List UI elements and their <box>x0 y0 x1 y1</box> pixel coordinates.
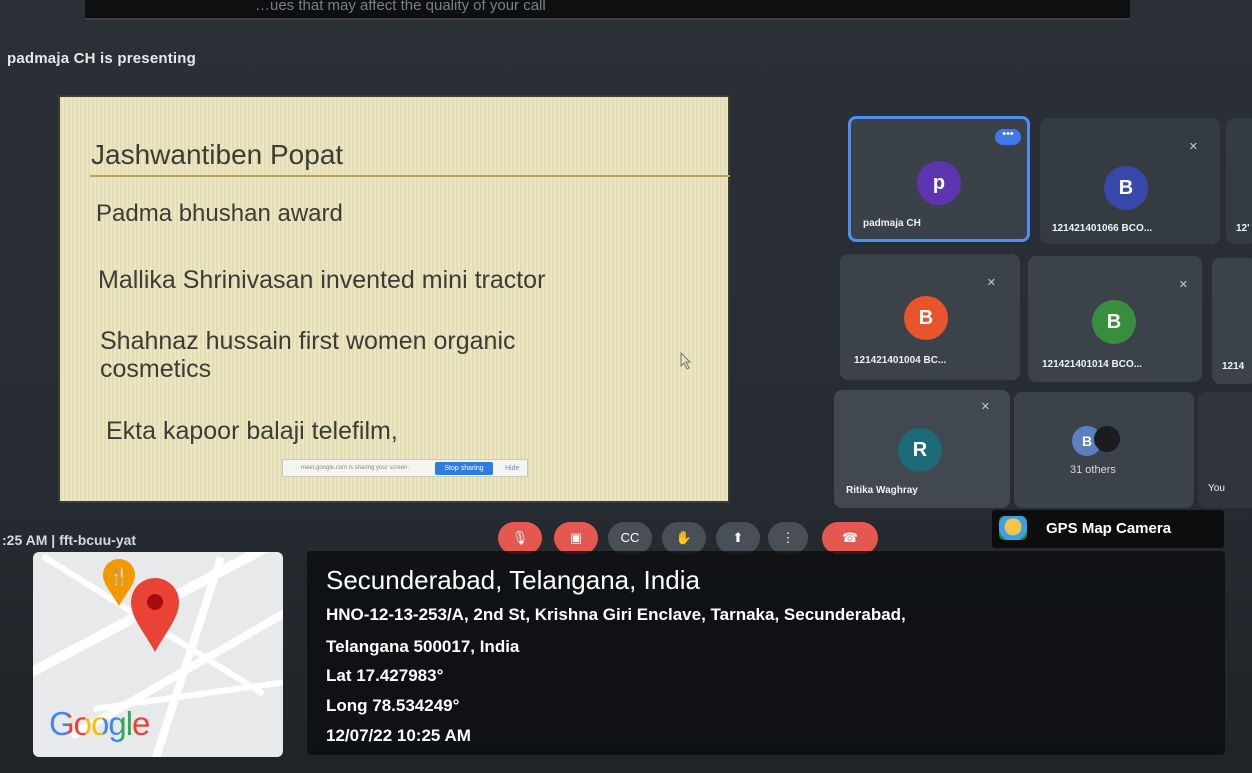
present-button[interactable]: ⬆ <box>716 522 760 554</box>
location-title: Secunderabad, Telangana, India <box>326 565 700 595</box>
slide-line: Padma bhushan award <box>96 200 343 227</box>
location-map: 🍴 Google <box>33 552 283 757</box>
participant-name: Ritika Waghray <box>846 485 918 496</box>
participant-name: 121421401014 BCO... <box>1042 359 1143 370</box>
slide-title: Jashwantiben Popat <box>91 139 344 170</box>
longitude: Long 78.534249° <box>326 696 460 715</box>
participant-tile[interactable]: ✕ R Ritika Waghray <box>834 390 1010 508</box>
gps-camera-icon <box>999 516 1027 540</box>
avatar: B <box>904 296 948 340</box>
address-line: HNO-12-13-253/A, 2nd St, Krishna Giri En… <box>326 605 906 624</box>
cursor-icon <box>680 352 692 370</box>
mic-off-icon: ✕ <box>986 277 996 289</box>
participant-name: 12' <box>1236 223 1250 234</box>
slide-line: Shahnaz hussain first women organic cosm… <box>100 327 516 383</box>
participant-name: 1214 <box>1222 361 1245 372</box>
google-logo: Google <box>49 705 150 742</box>
others-tile[interactable]: B 31 others <box>1014 392 1194 508</box>
gps-camera-badge: GPS Map Camera <box>992 510 1224 548</box>
avatar: R <box>898 428 942 472</box>
mic-off-button[interactable]: 🎙 <box>498 522 542 554</box>
video-call-screen: …ues that may affect the quality of your… <box>0 0 1252 773</box>
slide-title-rule <box>90 175 730 177</box>
mic-off-icon: ✕ <box>980 401 990 413</box>
participant-name: 121421401004 BC... <box>854 355 947 366</box>
svg-text:🍴: 🍴 <box>109 567 129 586</box>
participant-name: padmaja CH <box>863 218 921 229</box>
more-options-icon[interactable]: ••• <box>995 129 1021 145</box>
end-call-button[interactable]: ☎ <box>822 522 878 554</box>
others-count: 31 others <box>1070 464 1116 476</box>
slide-line: Ekta kapoor balaji telefilm, <box>106 417 398 445</box>
shared-slide: Jashwantiben Popat Padma bhushan award M… <box>58 95 730 503</box>
meeting-code: :25 AM | fft-bcuu-yat <box>2 532 137 548</box>
call-quality-notice: …ues that may affect the quality of your… <box>85 0 1130 20</box>
more-options-button[interactable]: ⋮ <box>768 522 808 554</box>
raise-hand-button[interactable]: ✋ <box>662 522 706 554</box>
participant-name: 121421401066 BCO... <box>1052 223 1153 234</box>
participant-tile[interactable]: ✕ B 121421401014 BCO... <box>1028 256 1202 382</box>
share-bar-text: meet.google.com is sharing your screen. <box>301 465 410 471</box>
latitude: Lat 17.427983° <box>326 666 444 685</box>
avatar: B <box>1092 300 1136 344</box>
location-pin-icon <box>131 578 179 652</box>
avatar: p <box>917 161 961 205</box>
self-tile[interactable]: You <box>1198 392 1252 508</box>
avatar <box>1094 426 1120 452</box>
hide-button[interactable]: Hide <box>505 461 519 477</box>
slide-line: Mallika Shrinivasan invented mini tracto… <box>98 266 546 294</box>
gps-camera-label: GPS Map Camera <box>1046 520 1172 537</box>
address-line: Telangana 500017, India <box>326 637 520 656</box>
participant-tile[interactable]: ✕ B 121421401066 BCO... <box>1040 118 1220 244</box>
self-label: You <box>1208 483 1225 494</box>
presenting-label: padmaja CH is presenting <box>7 50 197 67</box>
participant-tile[interactable]: ✕ B 121421401004 BC... <box>840 254 1020 380</box>
participant-tile[interactable]: 1214 <box>1212 258 1252 384</box>
participant-tile[interactable]: 12' <box>1226 118 1252 244</box>
mic-off-icon: ✕ <box>1188 141 1198 153</box>
screen-share-bar: meet.google.com is sharing your screen. … <box>282 459 528 477</box>
avatar: B <box>1104 166 1148 210</box>
participant-tile[interactable]: ••• p padmaja CH <box>848 116 1030 242</box>
timestamp: 12/07/22 10:25 AM <box>326 726 471 745</box>
mic-off-icon: ✕ <box>1178 279 1188 291</box>
captions-button[interactable]: CC <box>608 522 652 554</box>
stop-sharing-button[interactable]: Stop sharing <box>435 462 493 475</box>
camera-off-button[interactable]: ▣ <box>554 522 598 554</box>
